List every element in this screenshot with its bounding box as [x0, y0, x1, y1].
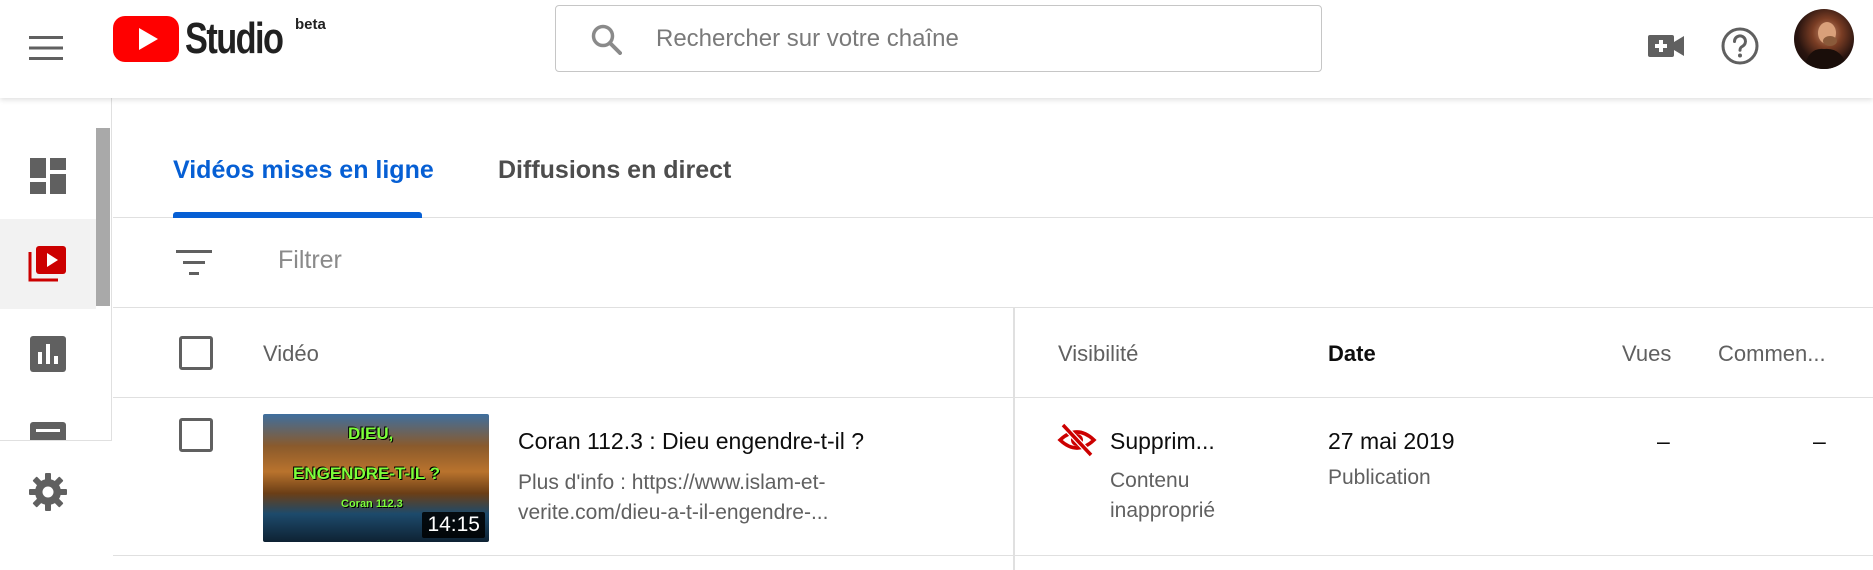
video-date: 27 mai 2019	[1328, 428, 1455, 454]
top-bar: Studio beta	[0, 0, 1873, 98]
youtube-play-logo-icon	[113, 16, 179, 62]
video-description: Plus d'info : https://www.islam-et-verit…	[518, 471, 829, 524]
account-avatar[interactable]	[1794, 9, 1854, 69]
visibility-status[interactable]: Supprim...	[1110, 428, 1215, 455]
sidebar-item-videos[interactable]	[0, 219, 96, 309]
search-input[interactable]	[656, 24, 1276, 53]
thumbnail-text: ENGENDRE-T-IL ?	[293, 464, 441, 483]
comment-count: –	[1813, 428, 1826, 454]
visibility-off-icon	[1057, 422, 1097, 458]
comments-icon	[30, 422, 66, 440]
date-type: Publication	[1328, 466, 1431, 489]
sidebar	[0, 98, 112, 570]
filter-input[interactable]: Filtrer	[278, 246, 342, 275]
sidebar-item-analytics[interactable]	[0, 309, 96, 399]
studio-logo[interactable]: Studio beta	[113, 14, 326, 64]
filter-bar: Filtrer	[113, 218, 1873, 308]
tab-live-streams[interactable]: Diffusions en direct	[498, 156, 731, 185]
column-header-comments[interactable]: Commen...	[1718, 341, 1826, 367]
column-header-visibility[interactable]: Visibilité	[1058, 341, 1138, 367]
column-header-views[interactable]: Vues	[1622, 341, 1671, 367]
select-all-checkbox[interactable]	[179, 336, 213, 370]
beta-badge: beta	[295, 16, 326, 33]
column-header-date[interactable]: Date	[1328, 341, 1376, 367]
main-content: Vidéos mises en ligne Diffusions en dire…	[113, 98, 1873, 570]
video-title[interactable]: Coran 112.3 : Dieu engendre-t-il ?	[518, 428, 864, 455]
gear-icon	[29, 473, 67, 511]
thumbnail-text: DIEU,	[348, 424, 394, 443]
filter-icon[interactable]	[173, 242, 215, 284]
sidebar-footer	[0, 440, 112, 570]
analytics-icon	[30, 336, 66, 372]
video-duration: 14:15	[422, 512, 485, 538]
sidebar-scrollbar[interactable]	[96, 128, 110, 306]
dashboard-icon	[30, 158, 66, 194]
view-count: –	[1657, 428, 1670, 454]
help-icon[interactable]	[1714, 20, 1766, 72]
sidebar-item-dashboard[interactable]	[0, 131, 96, 221]
thumbnail-text: Coran 112.3	[341, 498, 403, 510]
menu-icon[interactable]	[22, 24, 70, 72]
column-header-video[interactable]: Vidéo	[263, 341, 319, 367]
search-box[interactable]	[555, 5, 1322, 72]
video-thumbnail[interactable]: DIEU, ENGENDRE-T-IL ? Coran 112.3 14:15	[263, 414, 489, 542]
table-header: Vidéo Visibilité Date Vues Commen...	[113, 308, 1873, 398]
logo-text: Studio	[185, 14, 284, 63]
sidebar-item-settings[interactable]	[0, 447, 96, 537]
sidebar-item-comments[interactable]	[0, 398, 96, 440]
videos-icon	[28, 246, 66, 282]
search-icon[interactable]	[586, 19, 626, 59]
create-video-icon[interactable]	[1640, 20, 1692, 72]
visibility-reason: Contenu inapproprié	[1110, 469, 1216, 522]
row-checkbox[interactable]	[179, 418, 213, 452]
tab-bar: Vidéos mises en ligne Diffusions en dire…	[113, 98, 1873, 218]
table-row[interactable]: DIEU, ENGENDRE-T-IL ? Coran 112.3 14:15 …	[113, 398, 1873, 556]
tab-uploaded-videos[interactable]: Vidéos mises en ligne	[173, 156, 434, 185]
